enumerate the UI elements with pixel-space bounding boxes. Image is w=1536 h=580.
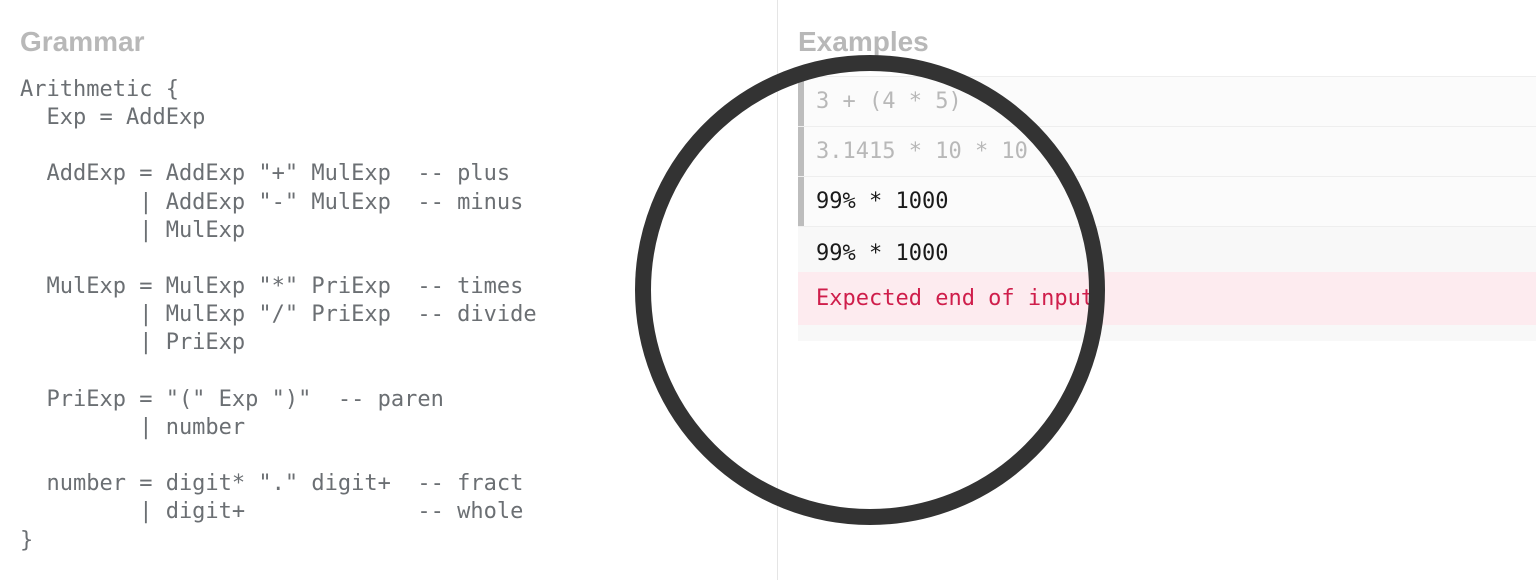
example-output-container: 99% * 1000 Expected end of input [798, 226, 1536, 341]
error-message: Expected end of input [798, 272, 1536, 325]
status-indicator [798, 77, 804, 126]
grammar-panel: Grammar Arithmetic { Exp = AddExp AddExp… [0, 0, 778, 580]
example-text: 3.1415 * 10 * 10 [816, 139, 1028, 164]
example-text: 3 + (4 * 5) [816, 89, 962, 114]
example-output: 99% * 1000 [798, 226, 1536, 272]
status-indicator [798, 127, 804, 176]
examples-list: 3 + (4 * 5) 3.1415 * 10 * 10 99% * 1000 … [798, 76, 1536, 341]
grammar-editor[interactable]: Arithmetic { Exp = AddExp AddExp = AddEx… [20, 76, 757, 555]
example-row[interactable]: 3 + (4 * 5) [798, 76, 1536, 126]
examples-panel: Examples 3 + (4 * 5) 3.1415 * 10 * 10 99… [778, 0, 1536, 580]
examples-title: Examples [798, 26, 1536, 58]
status-indicator [798, 177, 804, 226]
grammar-title: Grammar [20, 26, 757, 58]
example-row[interactable]: 99% * 1000 [798, 176, 1536, 226]
example-text: 99% * 1000 [816, 189, 948, 214]
example-row[interactable]: 3.1415 * 10 * 10 [798, 126, 1536, 176]
